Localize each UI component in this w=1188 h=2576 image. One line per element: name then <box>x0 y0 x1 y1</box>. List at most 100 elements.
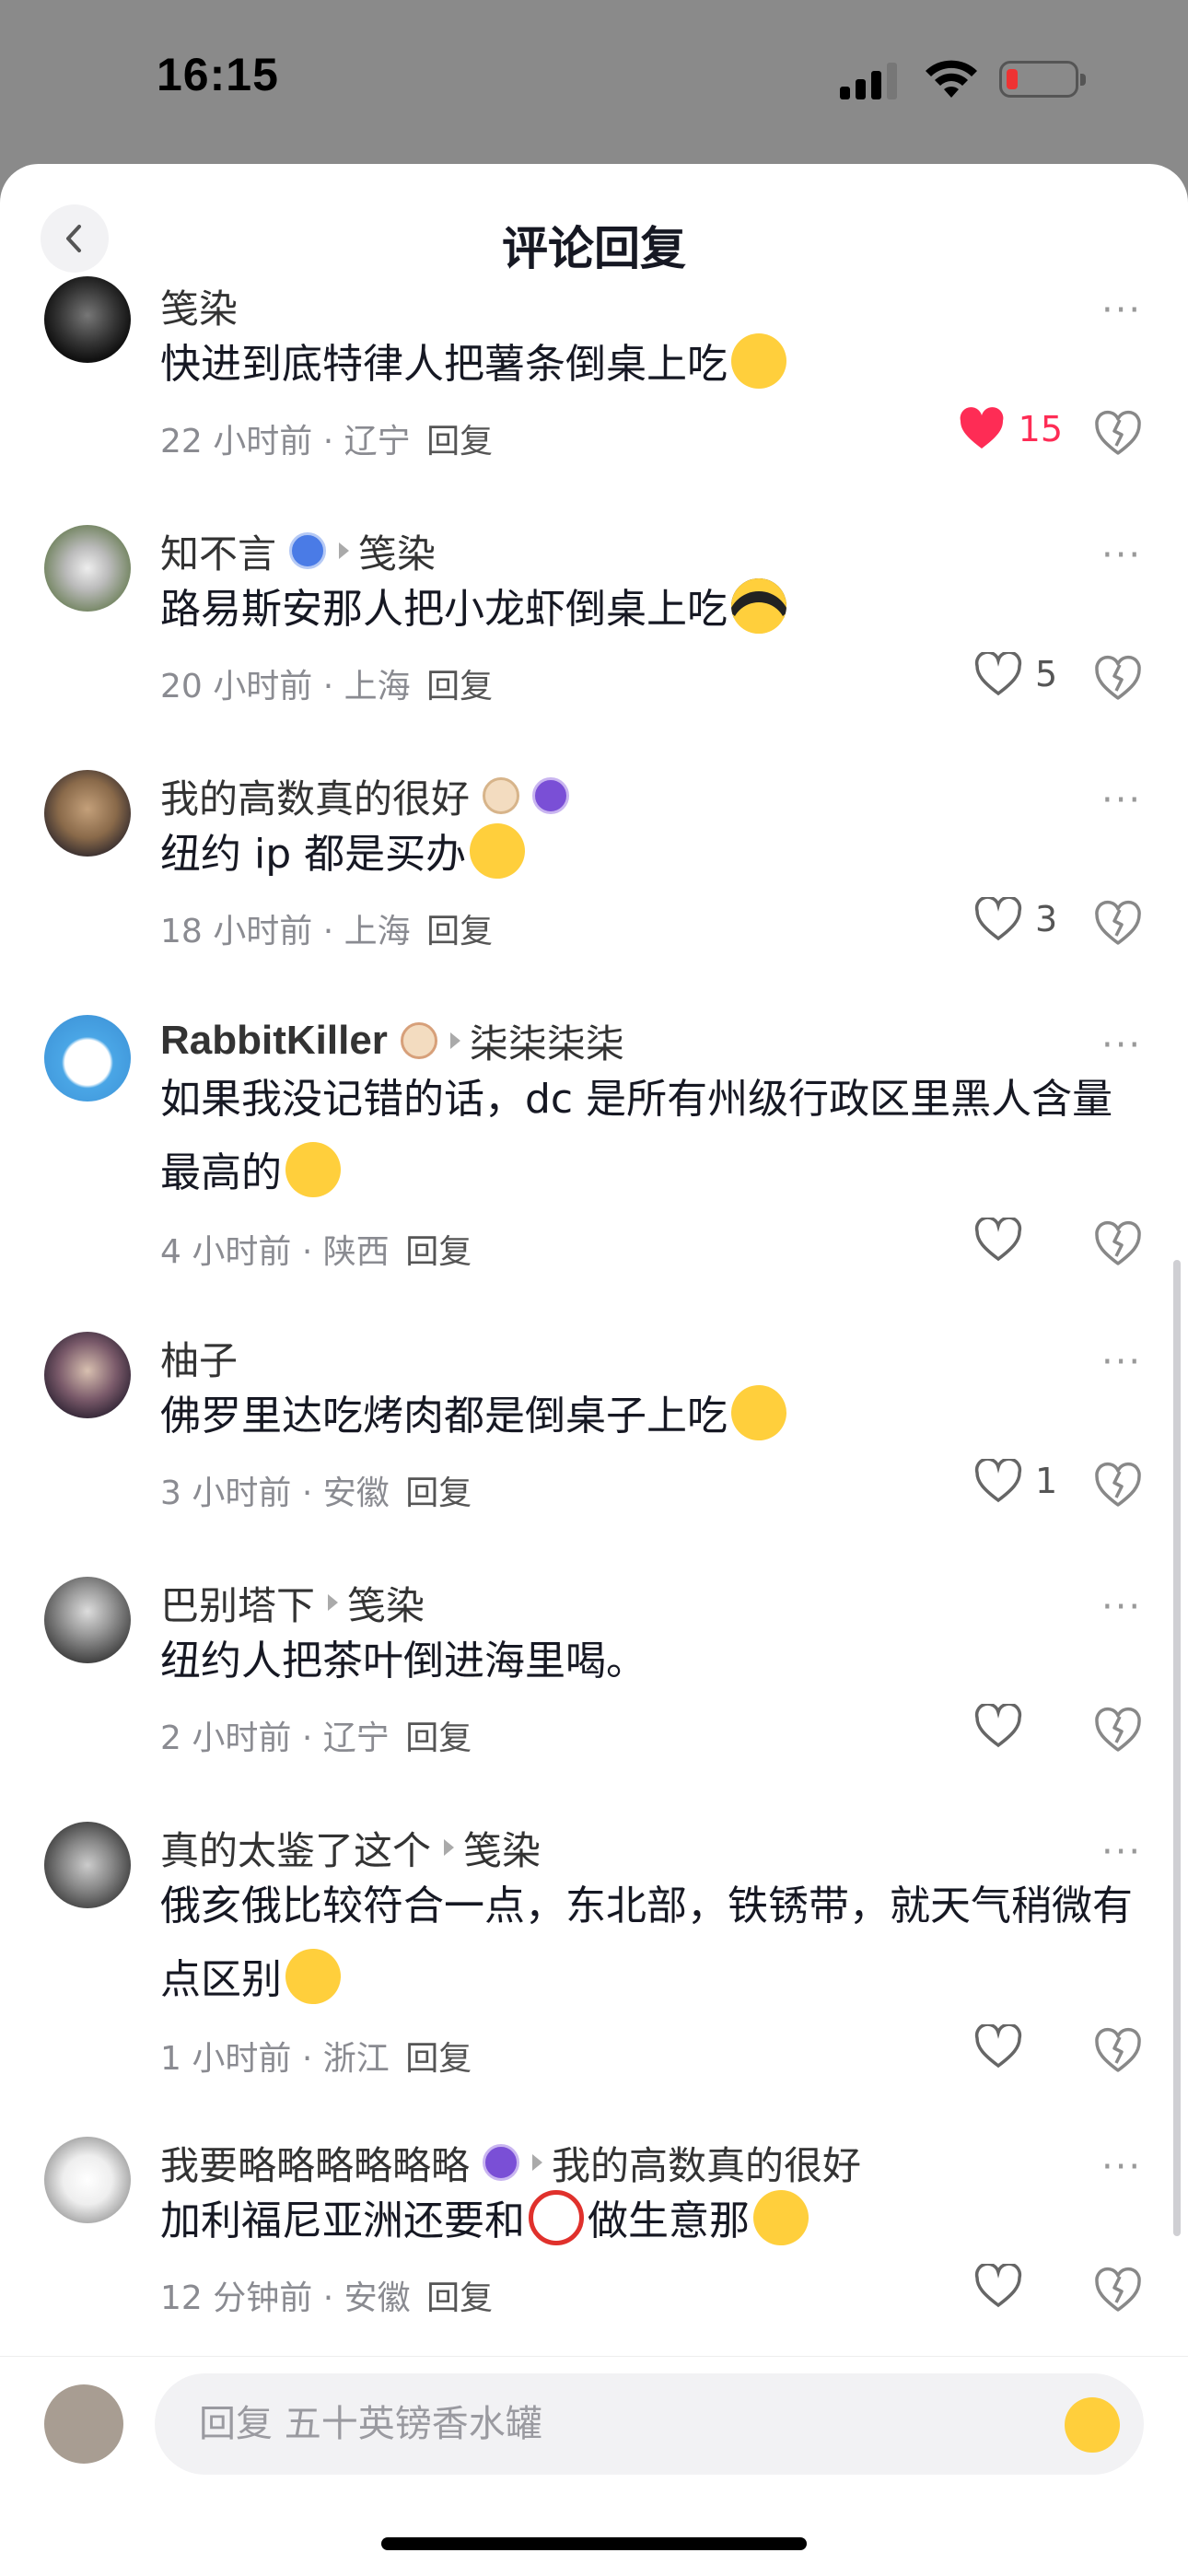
comment-author[interactable]: 巴别塔下 笺染 <box>160 1573 425 1632</box>
heart-filled-icon <box>960 407 1004 449</box>
comment-item: 巴别塔下 笺染 ··· 纽约人把茶叶倒进海里喝。 2 小时前 · 辽宁 回复 <box>0 1573 1188 1813</box>
like-button[interactable] <box>974 2024 1063 2069</box>
reply-arrow-icon <box>328 1594 339 1611</box>
more-options-icon[interactable]: ··· <box>1101 534 1142 577</box>
reply-to-name[interactable]: 柒柒柒柒 <box>470 1013 624 1069</box>
comment-text-content: 纽约人把茶叶倒进海里喝。 <box>160 1638 646 1684</box>
dislike-icon[interactable] <box>1092 407 1144 459</box>
like-count: 5 <box>1035 654 1058 694</box>
separator: · <box>301 1474 313 1512</box>
author-name[interactable]: 柚子 <box>160 1330 238 1386</box>
comment-author[interactable]: 知不言 笺染 <box>160 521 436 580</box>
home-indicator[interactable] <box>381 2537 807 2550</box>
emoji-picker-icon[interactable] <box>1065 2397 1120 2453</box>
avatar[interactable] <box>44 1577 131 1663</box>
more-options-icon[interactable]: ··· <box>1101 1831 1142 1873</box>
comment-location: 安徽 <box>344 2279 411 2317</box>
avatar[interactable] <box>44 1015 131 1102</box>
like-button[interactable]: 1 <box>974 1459 1063 1503</box>
author-name[interactable]: 巴别塔下 <box>160 1575 315 1631</box>
like-button[interactable] <box>974 1704 1063 1748</box>
comment-location: 安徽 <box>322 1474 390 1512</box>
reply-button[interactable]: 回复 <box>426 423 493 460</box>
reply-button[interactable]: 回复 <box>405 2040 472 2078</box>
author-name[interactable]: RabbitKiller <box>160 1018 388 1064</box>
author-name[interactable]: 笺染 <box>160 278 238 334</box>
comment-item: RabbitKiller 柒柒柒柒 ··· 如果我没记错的话，dc 是所有州级行… <box>0 1011 1188 1324</box>
comment-time: 22 小时前 <box>160 423 313 460</box>
reply-button[interactable]: 回复 <box>405 1233 472 1271</box>
reply-button[interactable]: 回复 <box>426 913 493 950</box>
dislike-icon[interactable] <box>1092 1459 1144 1510</box>
comment-author[interactable]: 我要略略略略略略 我的高数真的很好 <box>160 2133 861 2192</box>
comment-author[interactable]: 笺染 <box>160 276 238 335</box>
reply-arrow-icon <box>339 542 350 559</box>
dislike-icon[interactable] <box>1092 897 1144 949</box>
author-name[interactable]: 我要略略略略略略 <box>160 2135 470 2191</box>
my-avatar[interactable] <box>44 2384 123 2464</box>
comment-text: 佛罗里达吃烤肉都是倒桌子上吃 <box>160 1377 1146 1453</box>
more-options-icon[interactable]: ··· <box>1101 1341 1142 1383</box>
more-options-icon[interactable]: ··· <box>1101 289 1142 332</box>
wifi-icon <box>926 60 977 98</box>
reply-to-name[interactable]: 我的高数真的很好 <box>552 2135 861 2191</box>
comment-text: 纽约 ip 都是买办 <box>160 815 1146 892</box>
status-time: 16:15 <box>157 49 279 100</box>
comment-time: 2 小时前 <box>160 1719 292 1757</box>
comment-location: 辽宁 <box>322 1719 390 1757</box>
like-button[interactable] <box>974 2264 1063 2308</box>
comment-location: 上海 <box>344 913 411 950</box>
comment-sheet: 评论回复 笺染 ··· 快进到底特律人把薯条倒桌上吃 22 小时前 · 辽宁 回… <box>0 164 1188 2575</box>
avatar[interactable] <box>44 2137 131 2223</box>
more-options-icon[interactable]: ··· <box>1101 2146 1142 2188</box>
comment-time: 20 小时前 <box>160 668 313 705</box>
avatar[interactable] <box>44 525 131 612</box>
comment-text: 快进到底特律人把薯条倒桌上吃 <box>160 328 1146 402</box>
reply-button[interactable]: 回复 <box>426 668 493 705</box>
reply-button[interactable]: 回复 <box>405 1719 472 1757</box>
dislike-icon[interactable] <box>1092 652 1144 704</box>
comment-author[interactable]: 柚子 <box>160 1328 238 1387</box>
more-options-icon[interactable]: ··· <box>1101 779 1142 822</box>
comment-author[interactable]: 我的高数真的很好 <box>160 766 570 825</box>
comment-author[interactable]: 真的太鉴了这个 笺染 <box>160 1818 541 1877</box>
scrollbar[interactable] <box>1173 1260 1181 2236</box>
dislike-icon[interactable] <box>1092 2264 1144 2315</box>
author-name[interactable]: 我的高数真的很好 <box>160 768 470 824</box>
reply-button[interactable]: 回复 <box>405 1474 472 1512</box>
more-options-icon[interactable]: ··· <box>1101 1586 1142 1628</box>
reply-to-name[interactable]: 笺染 <box>463 1820 541 1876</box>
more-options-icon[interactable]: ··· <box>1101 1024 1142 1067</box>
heart-icon <box>974 2264 1022 2308</box>
comment-author[interactable]: RabbitKiller 柒柒柒柒 <box>160 1011 624 1070</box>
comment-text: 如果我没记错的话，dc 是所有州级行政区里黑人含量最高的 <box>160 1063 1146 1210</box>
dislike-icon[interactable] <box>1092 2024 1144 2076</box>
reply-input[interactable] <box>155 2373 1144 2475</box>
avatar[interactable] <box>44 276 131 363</box>
comment-text: 加利福尼亚洲还要和 做生意那 <box>160 2182 1146 2258</box>
like-button[interactable]: 15 <box>958 407 1063 451</box>
avatar[interactable] <box>44 1332 131 1418</box>
comment-location: 辽宁 <box>344 423 411 460</box>
separator: · <box>301 2040 313 2078</box>
like-button[interactable]: 3 <box>974 897 1063 941</box>
author-name[interactable]: 真的太鉴了这个 <box>160 1820 431 1876</box>
comment-item: 我的高数真的很好 ··· 纽约 ip 都是买办 18 小时前 · 上海 回复 3 <box>0 766 1188 1006</box>
author-name[interactable]: 知不言 <box>160 523 276 579</box>
avatar[interactable] <box>44 1822 131 1908</box>
comment-location: 浙江 <box>322 2040 390 2078</box>
like-button[interactable]: 5 <box>974 652 1063 696</box>
reply-to-name[interactable]: 笺染 <box>347 1575 425 1631</box>
dislike-icon[interactable] <box>1092 1218 1144 1269</box>
reply-button[interactable]: 回复 <box>426 2279 493 2317</box>
separator: · <box>322 668 334 705</box>
separator: · <box>322 423 334 460</box>
comment-meta: 12 分钟前 · 安徽 回复 <box>160 2271 493 2319</box>
rofl-emoji-icon <box>723 1377 795 1449</box>
rofl-emoji-icon <box>461 815 533 887</box>
grinning-emoji-icon <box>731 333 786 389</box>
avatar[interactable] <box>44 770 131 857</box>
like-button[interactable] <box>974 1218 1063 1262</box>
dislike-icon[interactable] <box>1092 1704 1144 1755</box>
reply-to-name[interactable]: 笺染 <box>358 523 436 579</box>
